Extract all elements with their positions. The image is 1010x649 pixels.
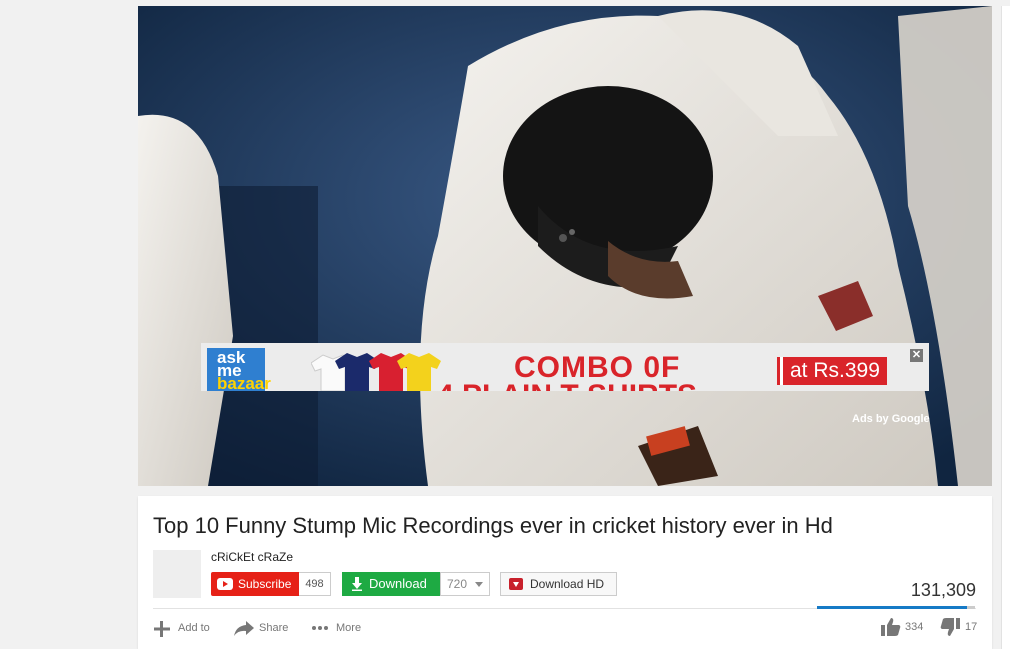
tshirts-image (311, 353, 441, 391)
ad-price: at Rs.399 (780, 357, 887, 385)
download-button[interactable]: Download (342, 572, 440, 596)
like-ratio-bar (817, 606, 975, 609)
view-count: 131,309 (910, 580, 976, 600)
chevron-down-icon (475, 582, 483, 587)
ad-subheadline: 4 PLAIN T-SHIRTS (437, 379, 697, 391)
channel-name[interactable]: cRiCkEt cRaZe (211, 550, 293, 564)
sidebar-edge (1001, 6, 1010, 649)
download-hd-button[interactable]: Download HD (500, 572, 617, 596)
ads-by-google-label: Ads by Google (852, 413, 930, 425)
subscribe-button[interactable]: Subscribe (211, 572, 299, 596)
like-button[interactable]: 334 (881, 618, 929, 636)
video-title: Top 10 Funny Stump Mic Recordings ever i… (153, 513, 833, 538)
ad-close-icon[interactable]: ✕ (910, 349, 923, 362)
more-button[interactable]: More (311, 620, 363, 636)
like-ratio-fill (817, 606, 968, 609)
download-arrow-icon (352, 577, 362, 591)
share-button[interactable]: Share (234, 620, 290, 636)
more-dots-icon (312, 626, 328, 630)
subscriber-count: 498 (299, 572, 331, 596)
channel-avatar[interactable] (153, 550, 201, 598)
plus-icon (154, 621, 170, 637)
add-to-button[interactable]: Add to (153, 620, 213, 637)
youtube-play-icon (217, 578, 233, 590)
download-hd-icon (509, 578, 523, 590)
thumbs-up-icon (881, 618, 901, 636)
thumbs-down-icon (940, 618, 960, 636)
share-arrow-icon (234, 621, 254, 636)
video-info-panel: Top 10 Funny Stump Mic Recordings ever i… (138, 496, 992, 649)
ad-banner[interactable]: ask me bazaar COMBO 0F 4 PLAIN T-SHIRTS … (201, 343, 929, 391)
askmebazaar-logo: ask me bazaar (207, 348, 271, 391)
dislike-button[interactable]: 17 (940, 618, 980, 636)
quality-select[interactable]: 720 (440, 572, 490, 596)
